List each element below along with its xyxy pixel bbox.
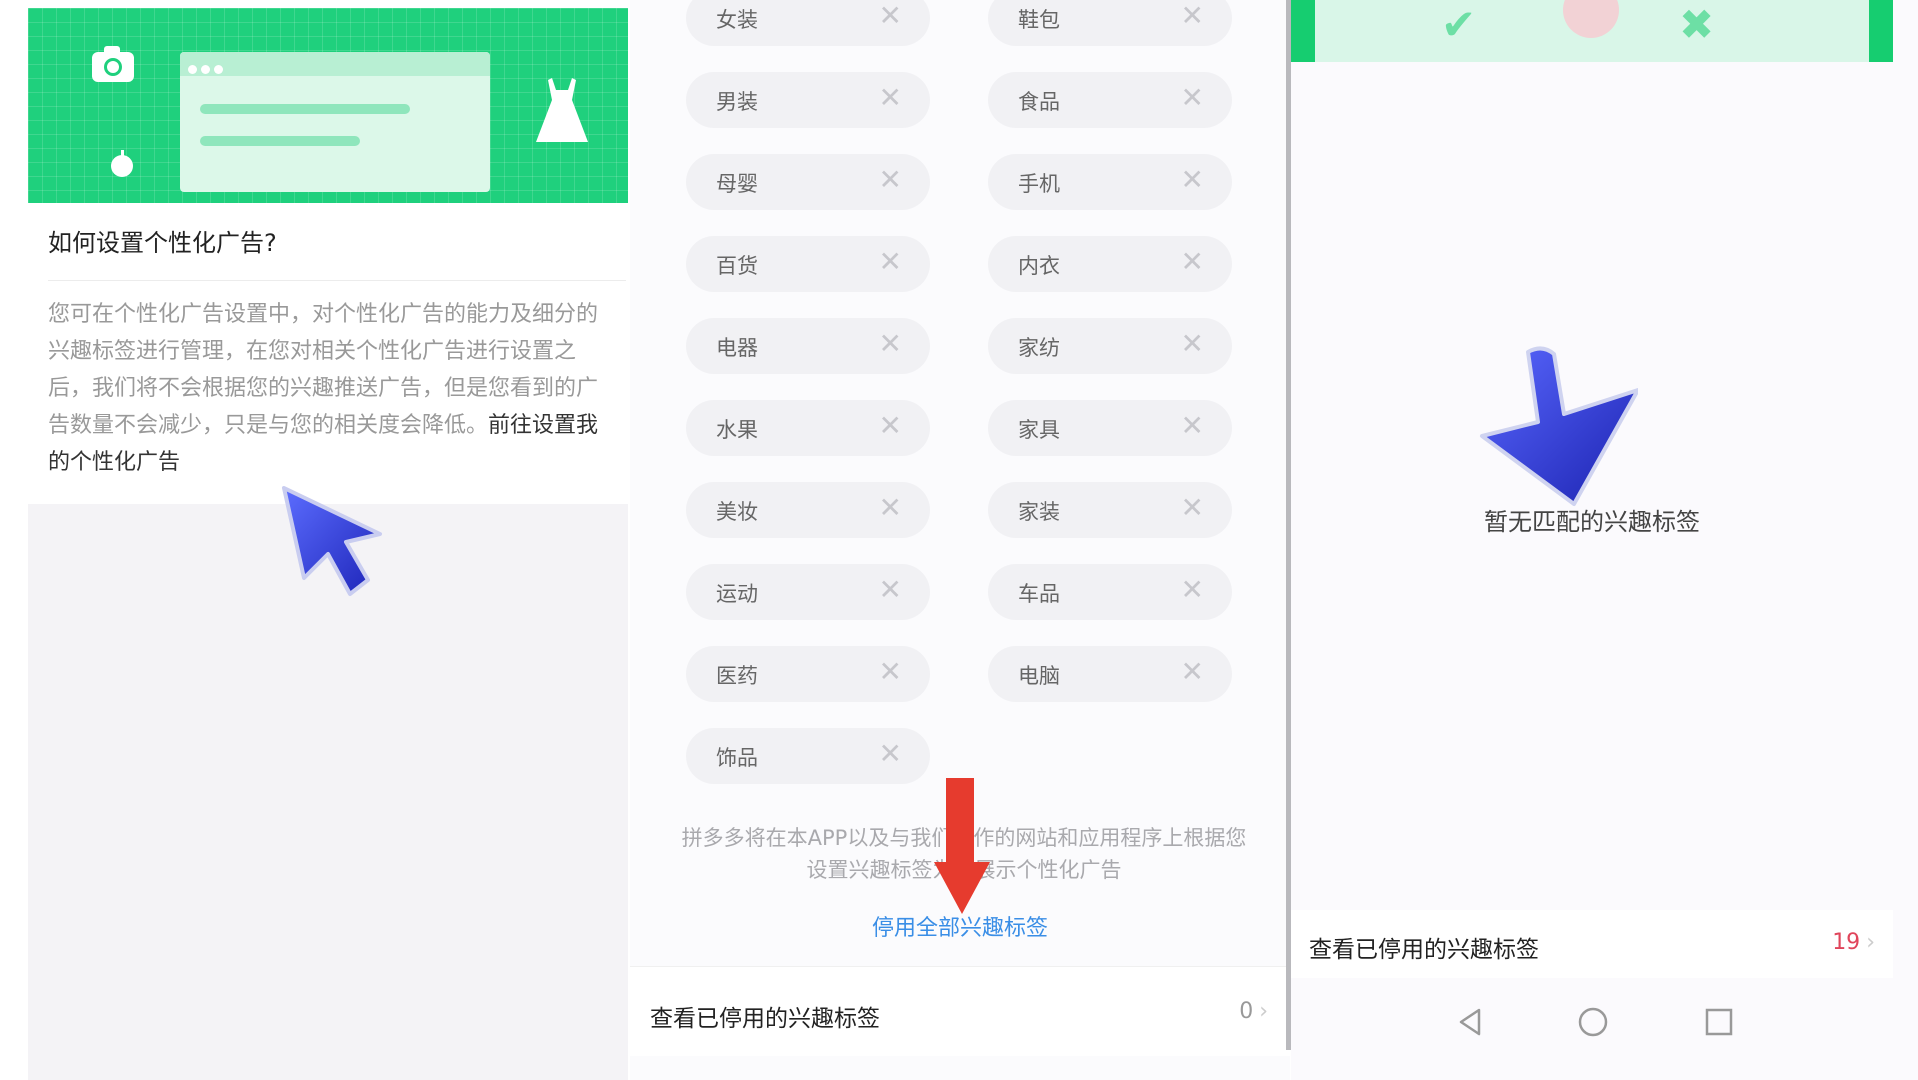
close-icon[interactable]: ✕ — [879, 0, 902, 32]
disabled-count-value: 19 — [1832, 930, 1861, 955]
close-icon[interactable]: ✕ — [1181, 492, 1204, 524]
interest-tag-label: 食品 — [1018, 90, 1060, 114]
faq-question-title: 如何设置个性化广告? — [48, 229, 277, 257]
interest-tag-label: 水果 — [716, 418, 758, 442]
dress-icon — [536, 78, 588, 142]
close-icon[interactable]: ✕ — [879, 328, 902, 360]
camera-icon — [92, 46, 134, 82]
close-icon[interactable]: ✕ — [879, 738, 902, 770]
disabled-tags-count: 19 › — [1832, 930, 1875, 955]
interest-tag-chip: 女装 ✕ — [686, 0, 930, 46]
close-icon[interactable]: ✕ — [1181, 656, 1204, 688]
close-icon[interactable]: ✕ — [879, 82, 902, 114]
interest-tag-label: 美妆 — [716, 500, 758, 524]
pointer-arrow-down-icon — [1480, 346, 1638, 506]
close-icon[interactable]: ✕ — [1181, 164, 1204, 196]
right-panel: ✔ ✖ 暂无匹配的兴趣标签 查看已停用的兴趣标签 19 › — [1291, 0, 1918, 1080]
middle-panel: 女装 ✕ 男装 ✕ 母婴 ✕ 百货 ✕ 电器 ✕ 水果 ✕ 美妆 ✕ 运动 ✕ 医药 ✕ 饰品 ✕ 鞋包 ✕ 食品 ✕ 手机 ✕ 内… — [630, 0, 1290, 1080]
interest-tag-label: 母婴 — [716, 172, 758, 196]
interest-tag-chip: 母婴 ✕ — [686, 154, 930, 210]
faq-description: 您可在个性化广告设置中，对个性化广告的能力及细分的兴趣标签进行管理，在您对相关个… — [48, 296, 618, 481]
interest-tag-chip: 家纺 ✕ — [988, 318, 1232, 374]
interest-tag-chip: 家装 ✕ — [988, 482, 1232, 538]
cross-icon: ✖ — [1679, 0, 1715, 49]
recents-icon[interactable] — [1699, 1002, 1739, 1042]
interest-tag-label: 手机 — [1018, 172, 1060, 196]
apple-icon — [111, 150, 133, 177]
interest-tag-chip: 车品 ✕ — [988, 564, 1232, 620]
interest-tag-chip: 内衣 ✕ — [988, 236, 1232, 292]
chevron-right-icon: › — [1259, 999, 1268, 1024]
back-icon[interactable] — [1451, 1002, 1491, 1042]
interest-tag-label: 家纺 — [1018, 336, 1060, 360]
interest-tag-label: 电器 — [716, 336, 758, 360]
face-icon — [1563, 0, 1619, 38]
interest-tag-label: 内衣 — [1018, 254, 1060, 278]
close-icon[interactable]: ✕ — [879, 410, 902, 442]
interest-tag-chip: 饰品 ✕ — [686, 728, 930, 784]
interest-tag-chip: 电脑 ✕ — [988, 646, 1232, 702]
close-icon[interactable]: ✕ — [1181, 574, 1204, 606]
interest-tag-label: 鞋包 — [1018, 8, 1060, 32]
banner-window-illustration — [180, 52, 490, 192]
view-disabled-tags-label: 查看已停用的兴趣标签 — [1309, 937, 1539, 963]
close-icon[interactable]: ✕ — [1181, 246, 1204, 278]
interest-tag-label: 饰品 — [716, 746, 758, 770]
top-banner-strip: ✔ ✖ — [1291, 0, 1893, 62]
close-icon[interactable]: ✕ — [879, 246, 902, 278]
close-icon[interactable]: ✕ — [879, 164, 902, 196]
interest-tag-label: 家装 — [1018, 500, 1060, 524]
disabled-tags-count: 0 › — [1239, 999, 1268, 1024]
interest-tag-chip: 医药 ✕ — [686, 646, 930, 702]
interest-tag-label: 男装 — [716, 90, 758, 114]
close-icon[interactable]: ✕ — [1181, 82, 1204, 114]
view-disabled-tags-row[interactable]: 查看已停用的兴趣标签 0 › — [630, 966, 1290, 1056]
interest-tag-chip: 水果 ✕ — [686, 400, 930, 456]
view-disabled-tags-row[interactable]: 查看已停用的兴趣标签 19 › — [1291, 910, 1893, 978]
interest-tag-label: 家具 — [1018, 418, 1060, 442]
close-icon[interactable]: ✕ — [879, 492, 902, 524]
close-icon[interactable]: ✕ — [1181, 410, 1204, 442]
interest-tag-chip: 家具 ✕ — [988, 400, 1232, 456]
interest-tag-chip: 百货 ✕ — [686, 236, 930, 292]
disabled-count-value: 0 — [1239, 999, 1254, 1024]
interest-tag-chip: 美妆 ✕ — [686, 482, 930, 538]
close-icon[interactable]: ✕ — [879, 574, 902, 606]
interest-tag-chip: 男装 ✕ — [686, 72, 930, 128]
interest-tag-label: 运动 — [716, 582, 758, 606]
close-icon[interactable]: ✕ — [879, 656, 902, 688]
interest-tag-chip: 电器 ✕ — [686, 318, 930, 374]
interest-tag-label: 车品 — [1018, 582, 1060, 606]
interest-tag-chip: 手机 ✕ — [988, 154, 1232, 210]
interest-tag-label: 医药 — [716, 664, 758, 688]
system-nav-bar — [1291, 988, 1893, 1060]
interest-tag-label: 百货 — [716, 254, 758, 278]
divider — [48, 280, 626, 281]
interest-tag-chip: 鞋包 ✕ — [988, 0, 1232, 46]
close-icon[interactable]: ✕ — [1181, 0, 1204, 32]
chevron-right-icon: › — [1866, 930, 1875, 955]
home-icon[interactable] — [1573, 1002, 1613, 1042]
interest-tag-chip: 食品 ✕ — [988, 72, 1232, 128]
view-disabled-tags-label: 查看已停用的兴趣标签 — [650, 1006, 880, 1032]
interest-tag-label: 电脑 — [1018, 664, 1060, 688]
check-icon: ✔ — [1441, 0, 1477, 49]
pointer-arrow-red-down-icon — [934, 778, 990, 914]
illustration-banner — [28, 8, 628, 203]
pointer-arrow-up-icon — [282, 486, 382, 596]
interest-tag-label: 女装 — [716, 8, 758, 32]
interest-tag-chip: 运动 ✕ — [686, 564, 930, 620]
close-icon[interactable]: ✕ — [1181, 328, 1204, 360]
